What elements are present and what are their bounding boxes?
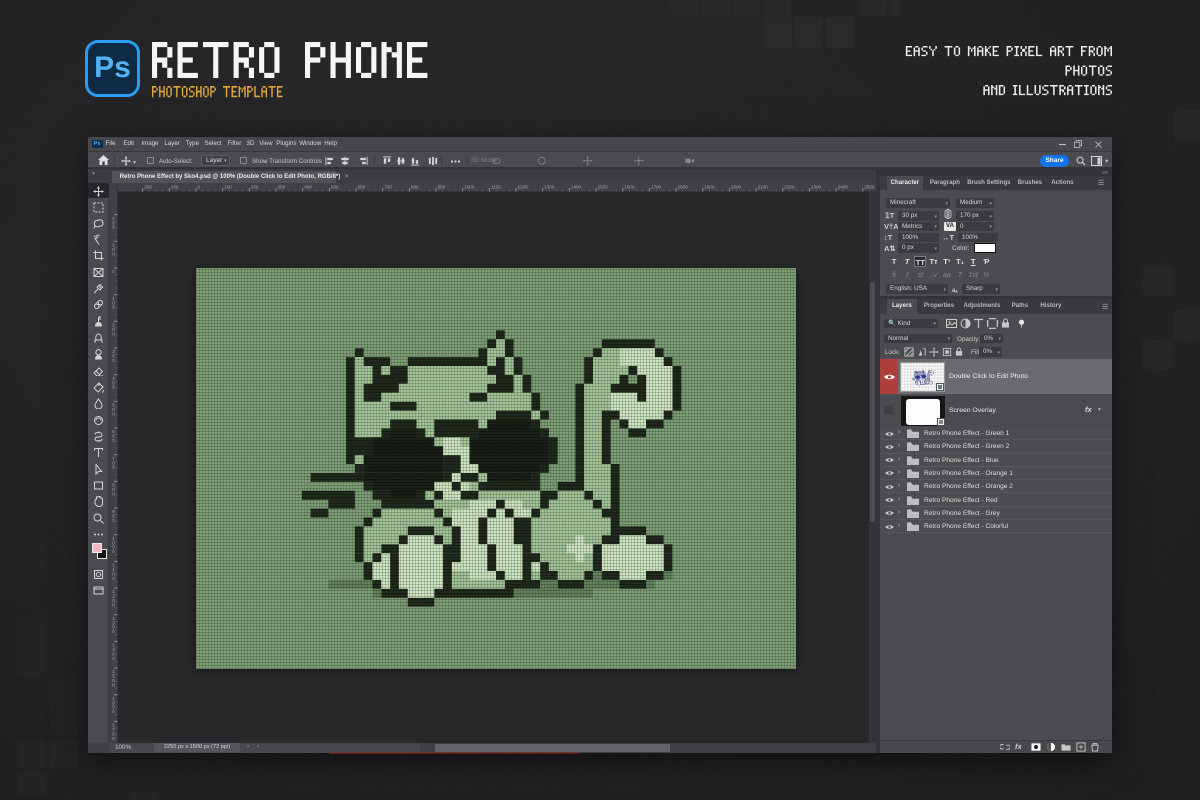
svg-text:1700: 1700 xyxy=(651,184,662,189)
svg-text:0: 0 xyxy=(112,269,115,274)
svg-text:1000: 1000 xyxy=(464,184,475,189)
svg-text:0: 0 xyxy=(112,602,115,607)
svg-text:0: 0 xyxy=(112,251,115,256)
svg-text:0: 0 xyxy=(112,575,115,580)
svg-text:0: 0 xyxy=(112,682,115,687)
svg-text:900: 900 xyxy=(438,184,446,189)
svg-text:0: 0 xyxy=(112,331,115,336)
svg-text:600: 600 xyxy=(358,184,366,189)
svg-text:0: 0 xyxy=(112,629,115,634)
svg-text:0: 0 xyxy=(112,464,115,469)
svg-text:1100: 1100 xyxy=(491,184,501,189)
svg-text:0: 0 xyxy=(112,411,115,416)
svg-text:0: 0 xyxy=(112,384,115,389)
svg-text:1400: 1400 xyxy=(571,184,582,189)
svg-text:200: 200 xyxy=(251,184,259,189)
svg-text:0: 0 xyxy=(112,358,115,363)
svg-text:1900: 1900 xyxy=(704,184,715,189)
svg-text:0: 0 xyxy=(112,224,115,229)
svg-text:2400: 2400 xyxy=(838,184,849,189)
svg-text:800: 800 xyxy=(411,184,419,189)
svg-text:0: 0 xyxy=(112,709,115,714)
svg-text:0: 0 xyxy=(112,518,115,523)
svg-text:300: 300 xyxy=(278,184,286,189)
svg-text:0: 0 xyxy=(112,655,115,660)
svg-text:1200: 1200 xyxy=(518,184,529,189)
svg-text:400: 400 xyxy=(304,184,312,189)
svg-text:700: 700 xyxy=(384,184,392,189)
svg-text:0: 0 xyxy=(198,184,201,189)
svg-text:2200: 2200 xyxy=(784,184,795,189)
svg-text:0: 0 xyxy=(112,549,115,554)
svg-text:2500: 2500 xyxy=(864,184,875,189)
svg-text:1300: 1300 xyxy=(544,184,555,189)
svg-text:1600: 1600 xyxy=(624,184,635,189)
svg-text:500: 500 xyxy=(331,184,339,189)
svg-text:2100: 2100 xyxy=(758,184,769,189)
svg-text:0: 0 xyxy=(112,304,115,309)
svg-text:0: 0 xyxy=(112,735,115,740)
svg-text:200: 200 xyxy=(144,184,152,189)
svg-text:2000: 2000 xyxy=(731,184,742,189)
svg-text:2300: 2300 xyxy=(811,184,822,189)
svg-text:0: 0 xyxy=(112,491,115,496)
svg-text:100: 100 xyxy=(224,184,232,189)
svg-text:100: 100 xyxy=(171,184,179,189)
svg-text:0: 0 xyxy=(112,438,115,443)
svg-text:1500: 1500 xyxy=(598,184,609,189)
svg-text:1800: 1800 xyxy=(678,184,689,189)
